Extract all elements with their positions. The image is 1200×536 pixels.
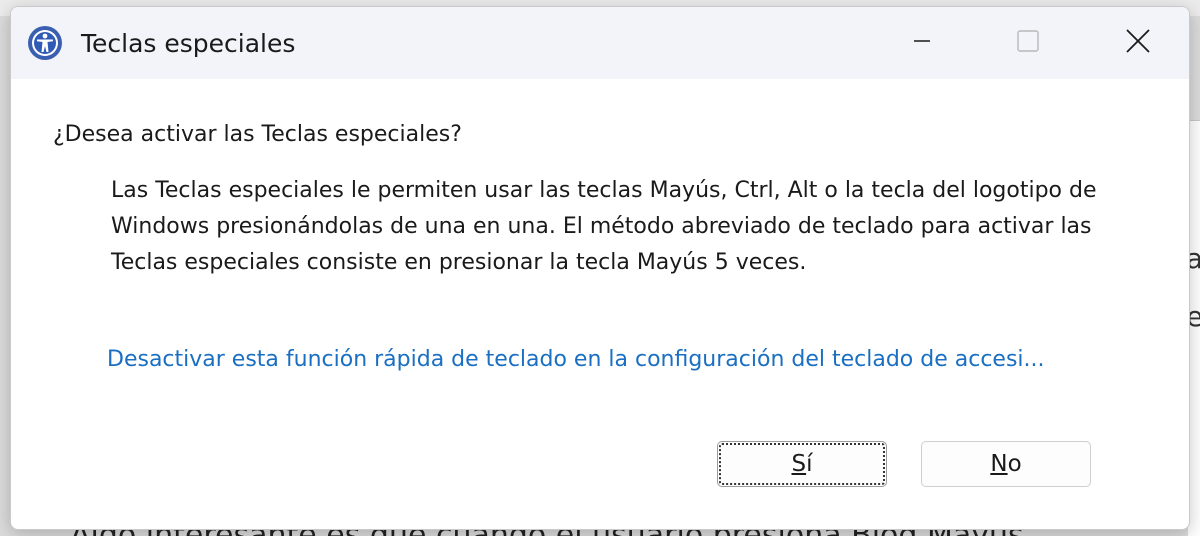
close-button[interactable] — [1109, 15, 1167, 67]
keyboard-settings-link[interactable]: Desactivar esta función rápida de teclad… — [107, 344, 1167, 376]
yes-button[interactable]: Sí — [717, 441, 887, 487]
minimize-button[interactable] — [893, 15, 951, 67]
dialog-description: Las Teclas especiales le permiten usar l… — [111, 178, 1097, 275]
maximize-icon — [1017, 30, 1039, 52]
title-bar[interactable]: Teclas especiales — [11, 7, 1189, 79]
maximize-button[interactable] — [999, 15, 1057, 67]
accessibility-icon — [27, 25, 63, 61]
dialog-question: ¿Desea activar las Teclas especiales? — [53, 122, 462, 147]
window-title: Teclas especiales — [81, 29, 296, 58]
close-icon — [1126, 29, 1150, 53]
no-button[interactable]: No — [921, 441, 1091, 487]
yes-label-rest: í — [806, 451, 813, 477]
sticky-keys-dialog: Teclas especiales ¿Desea activar las Tec… — [10, 6, 1190, 530]
yes-mnemonic: S — [791, 451, 807, 477]
no-label-rest: o — [1007, 451, 1022, 477]
no-mnemonic: N — [990, 451, 1008, 477]
minimize-icon — [914, 40, 930, 42]
